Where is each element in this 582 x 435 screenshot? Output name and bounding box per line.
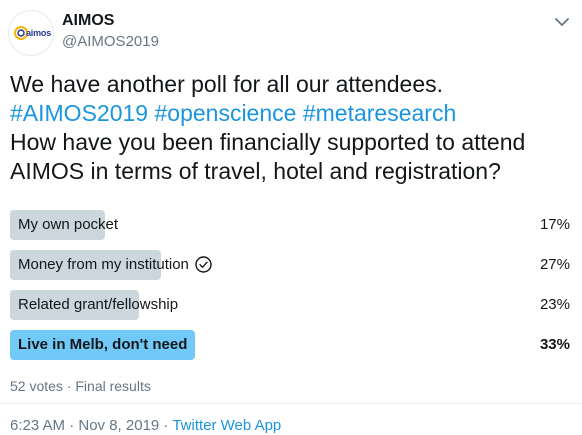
hashtag-link[interactable]: #openscience: [154, 100, 296, 126]
poll-option-percent: 23%: [539, 296, 570, 313]
poll-option-label: Related grant/fellowship: [18, 296, 179, 313]
poll-option-percent: 27%: [539, 256, 570, 273]
tweet-line: We have another poll for all our attende…: [10, 71, 444, 97]
tweet-footer: 6:23 AM · Nov 8, 2019 · Twitter Web App: [10, 417, 281, 434]
source-link[interactable]: Twitter Web App: [172, 417, 281, 434]
divider: [0, 403, 582, 404]
poll-option-label: Live in Melb, don't need: [18, 336, 188, 353]
tweet-line: How have you been financially supported …: [10, 129, 526, 155]
avatar[interactable]: aimos: [8, 10, 54, 56]
poll-meta: 52 votes · Final results: [10, 378, 151, 394]
hashtag-link[interactable]: #metaresearch: [303, 100, 456, 126]
poll-option-winner: Live in Melb, don't need 33%: [10, 330, 570, 360]
poll: My own pocket 17% Money from my institut…: [10, 210, 570, 370]
hashtag-link[interactable]: #AIMOS2019: [10, 100, 148, 126]
poll-option-percent: 17%: [539, 216, 570, 233]
poll-option-label: Money from my institution: [18, 256, 212, 273]
tweet-card: aimos AIMOS @AIMOS2019 We have another p…: [0, 0, 582, 435]
poll-option: Related grant/fellowship 23%: [10, 290, 570, 320]
tweet-text: We have another poll for all our attende…: [10, 70, 570, 186]
chevron-down-icon[interactable]: [552, 12, 572, 32]
display-name[interactable]: AIMOS: [62, 12, 114, 30]
poll-option-percent: 33%: [539, 336, 570, 353]
check-circle-icon: [195, 256, 212, 273]
poll-option-label: My own pocket: [18, 216, 119, 233]
tweet-timestamp[interactable]: 6:23 AM · Nov 8, 2019 ·: [10, 417, 172, 434]
tweet-line: AIMOS in terms of travel, hotel and regi…: [10, 158, 501, 184]
avatar-logo-text: aimos: [26, 28, 52, 38]
poll-option: Money from my institution 27%: [10, 250, 570, 280]
poll-option: My own pocket 17%: [10, 210, 570, 240]
user-handle[interactable]: @AIMOS2019: [62, 33, 159, 50]
tweet-hashtags: #AIMOS2019 #openscience #metaresearch: [10, 99, 570, 128]
